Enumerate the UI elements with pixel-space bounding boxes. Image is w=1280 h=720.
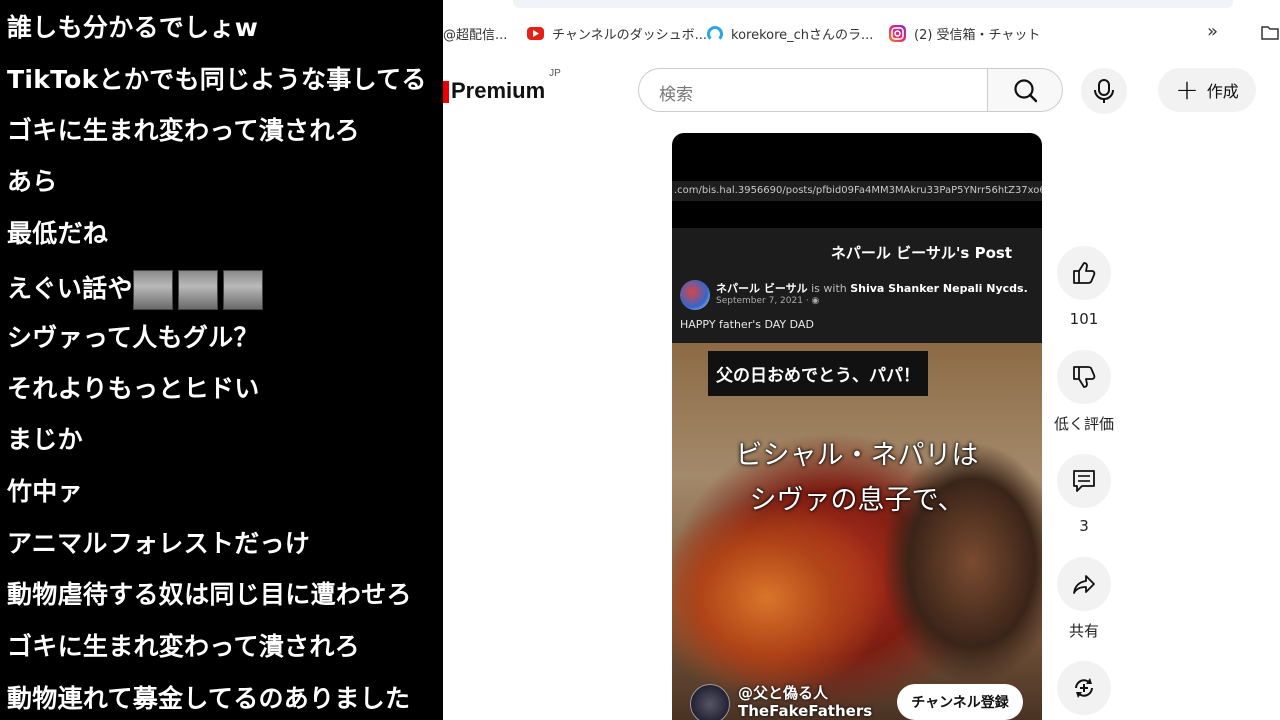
globe-icon: ◉: [811, 296, 820, 306]
address-bar-edge: [513, 0, 1233, 8]
fb-avatar: [680, 280, 710, 310]
bookmark-item[interactable]: @超配信...: [443, 24, 507, 43]
create-label: 作成: [1206, 82, 1239, 101]
comment-line: アニマルフォレストだっけ: [7, 529, 311, 558]
youtube-premium-logo[interactable]: PremiumJP: [443, 68, 561, 104]
fb-author-name: ネパール ビーサル: [716, 282, 808, 295]
remix-button[interactable]: [1057, 661, 1111, 715]
search-placeholder: 検索: [659, 85, 693, 105]
channel-bar: @父と偽る人 TheFakeFathers チャンネル登録: [672, 682, 1042, 720]
thumbs-down-icon: [1073, 366, 1096, 388]
comment-line: それよりもっとヒドい: [7, 374, 260, 403]
logo-mark-icon: [443, 81, 449, 104]
thumbs-up-icon: [1073, 262, 1096, 284]
loading-ring-icon: [707, 25, 723, 42]
dislike-label: 低く評価: [1053, 415, 1114, 433]
comment-line: 動物虐待する奴は同じ目に遭わせろ: [7, 580, 412, 609]
channel-handle[interactable]: @父と偽る人: [738, 682, 828, 703]
fb-with-name: Shiva Shanker Nepali Nycds.: [850, 282, 1028, 295]
comment-text: えぐい話や: [7, 274, 133, 303]
subtitle-line: ビシャル・ネパリは: [735, 440, 979, 471]
fb-caption: HAPPY father's DAY DAD: [680, 318, 814, 331]
bookmarks-overflow-button[interactable]: »: [1207, 21, 1218, 42]
comment-line: あら: [7, 167, 58, 196]
bookmark-label: @超配信...: [443, 28, 508, 43]
fb-author-line: ネパール ビーサル is with Shiva Shanker Nepali N…: [716, 280, 1028, 296]
bookmark-label: (2) 受信箱・チャット: [914, 28, 1041, 43]
search-input[interactable]: 検索: [638, 68, 988, 112]
share-label: 共有: [1068, 622, 1099, 640]
create-button[interactable]: + 作成: [1158, 68, 1256, 112]
youtube-header: PremiumJP 検索 + 作成: [443, 58, 1280, 128]
comment-line: 動物連れて募金してるのありました: [7, 684, 411, 713]
channel-name[interactable]: TheFakeFathers: [738, 702, 872, 720]
instagram-icon: [889, 25, 906, 42]
bookmark-label: korekore_chさんのラ...: [731, 28, 874, 43]
facebook-post-panel: ネパール ビーサル's Post ネパール ビーサル is with Shiva…: [672, 228, 1042, 343]
fb-date-text: September 7, 2021 ·: [716, 296, 812, 306]
share-icon: [1073, 575, 1095, 594]
like-count: 101: [1069, 310, 1099, 328]
voice-search-button[interactable]: [1081, 68, 1127, 114]
bookmarks-bar: @超配信... チャンネルのダッシュボ... korekore_chさんのラ..…: [443, 0, 1280, 58]
comment-line: 誰しも分かるでしょw: [7, 13, 259, 42]
comment-line: 最低だね: [7, 219, 109, 248]
bookmark-item[interactable]: チャンネルのダッシュボ...: [527, 24, 707, 43]
comment-line: TikTokとかでも同じような事してる: [7, 65, 427, 94]
logo-text: Premium: [451, 78, 546, 103]
comment-line: ゴキに生まれ変わって潰されろ: [7, 116, 360, 145]
comment-line: シヴァって人もグル？: [7, 323, 259, 352]
bookmark-item[interactable]: korekore_chさんのラ...: [707, 24, 873, 43]
stamp-image: [222, 270, 263, 310]
subscribe-button[interactable]: チャンネル登録: [897, 684, 1023, 720]
comment-line: ゴキに生まれ変わって潰されろ: [7, 632, 360, 661]
stamp-image: [177, 270, 218, 310]
short-video-player[interactable]: .com/bis.hal.3956690/posts/pfbid09Fa4MM3…: [672, 133, 1042, 720]
bookmark-label: チャンネルのダッシュボ...: [552, 28, 708, 43]
bookmark-item[interactable]: (2) 受信箱・チャット: [889, 24, 1040, 43]
comment-line: えぐい話や: [7, 270, 268, 310]
logo-region: JP: [549, 67, 561, 79]
microphone-icon: [1094, 79, 1114, 103]
search-icon: [1014, 79, 1038, 103]
subtitle-line: シヴァの息子で、: [749, 485, 965, 516]
fb-post-title: ネパール ビーサル's Post: [830, 244, 1012, 262]
share-button[interactable]: [1057, 557, 1111, 611]
fb-date: September 7, 2021 · ◉: [716, 296, 819, 306]
comment-line: 竹中ァ: [7, 477, 83, 506]
comment-line: まじか: [7, 425, 83, 454]
plus-icon: +: [1175, 73, 1199, 106]
search-button[interactable]: [987, 68, 1063, 112]
remix-icon: [1075, 678, 1093, 698]
comment-icon: [1073, 470, 1095, 492]
overlay-caption: 父の日おめでとう、パパ！: [708, 351, 928, 396]
youtube-icon: [527, 27, 544, 40]
like-button[interactable]: [1057, 246, 1111, 300]
comments-button[interactable]: [1057, 454, 1111, 508]
comment-overlay: 誰しも分かるでしょw TikTokとかでも同じような事してる ゴキに生まれ変わっ…: [0, 0, 443, 720]
dislike-button[interactable]: [1057, 350, 1111, 404]
folder-icon[interactable]: [1261, 24, 1279, 40]
channel-avatar[interactable]: [690, 684, 730, 720]
comment-count: 3: [1079, 517, 1089, 535]
video-frame: 父の日おめでとう、パパ！ ビシャル・ネパリは シヴァの息子で、 @父と偽る人 T…: [672, 343, 1042, 720]
stamp-image: [132, 270, 173, 310]
video-url-strip: .com/bis.hal.3956690/posts/pfbid09Fa4MM3…: [672, 181, 1042, 201]
fb-with-text: is with: [811, 282, 847, 295]
